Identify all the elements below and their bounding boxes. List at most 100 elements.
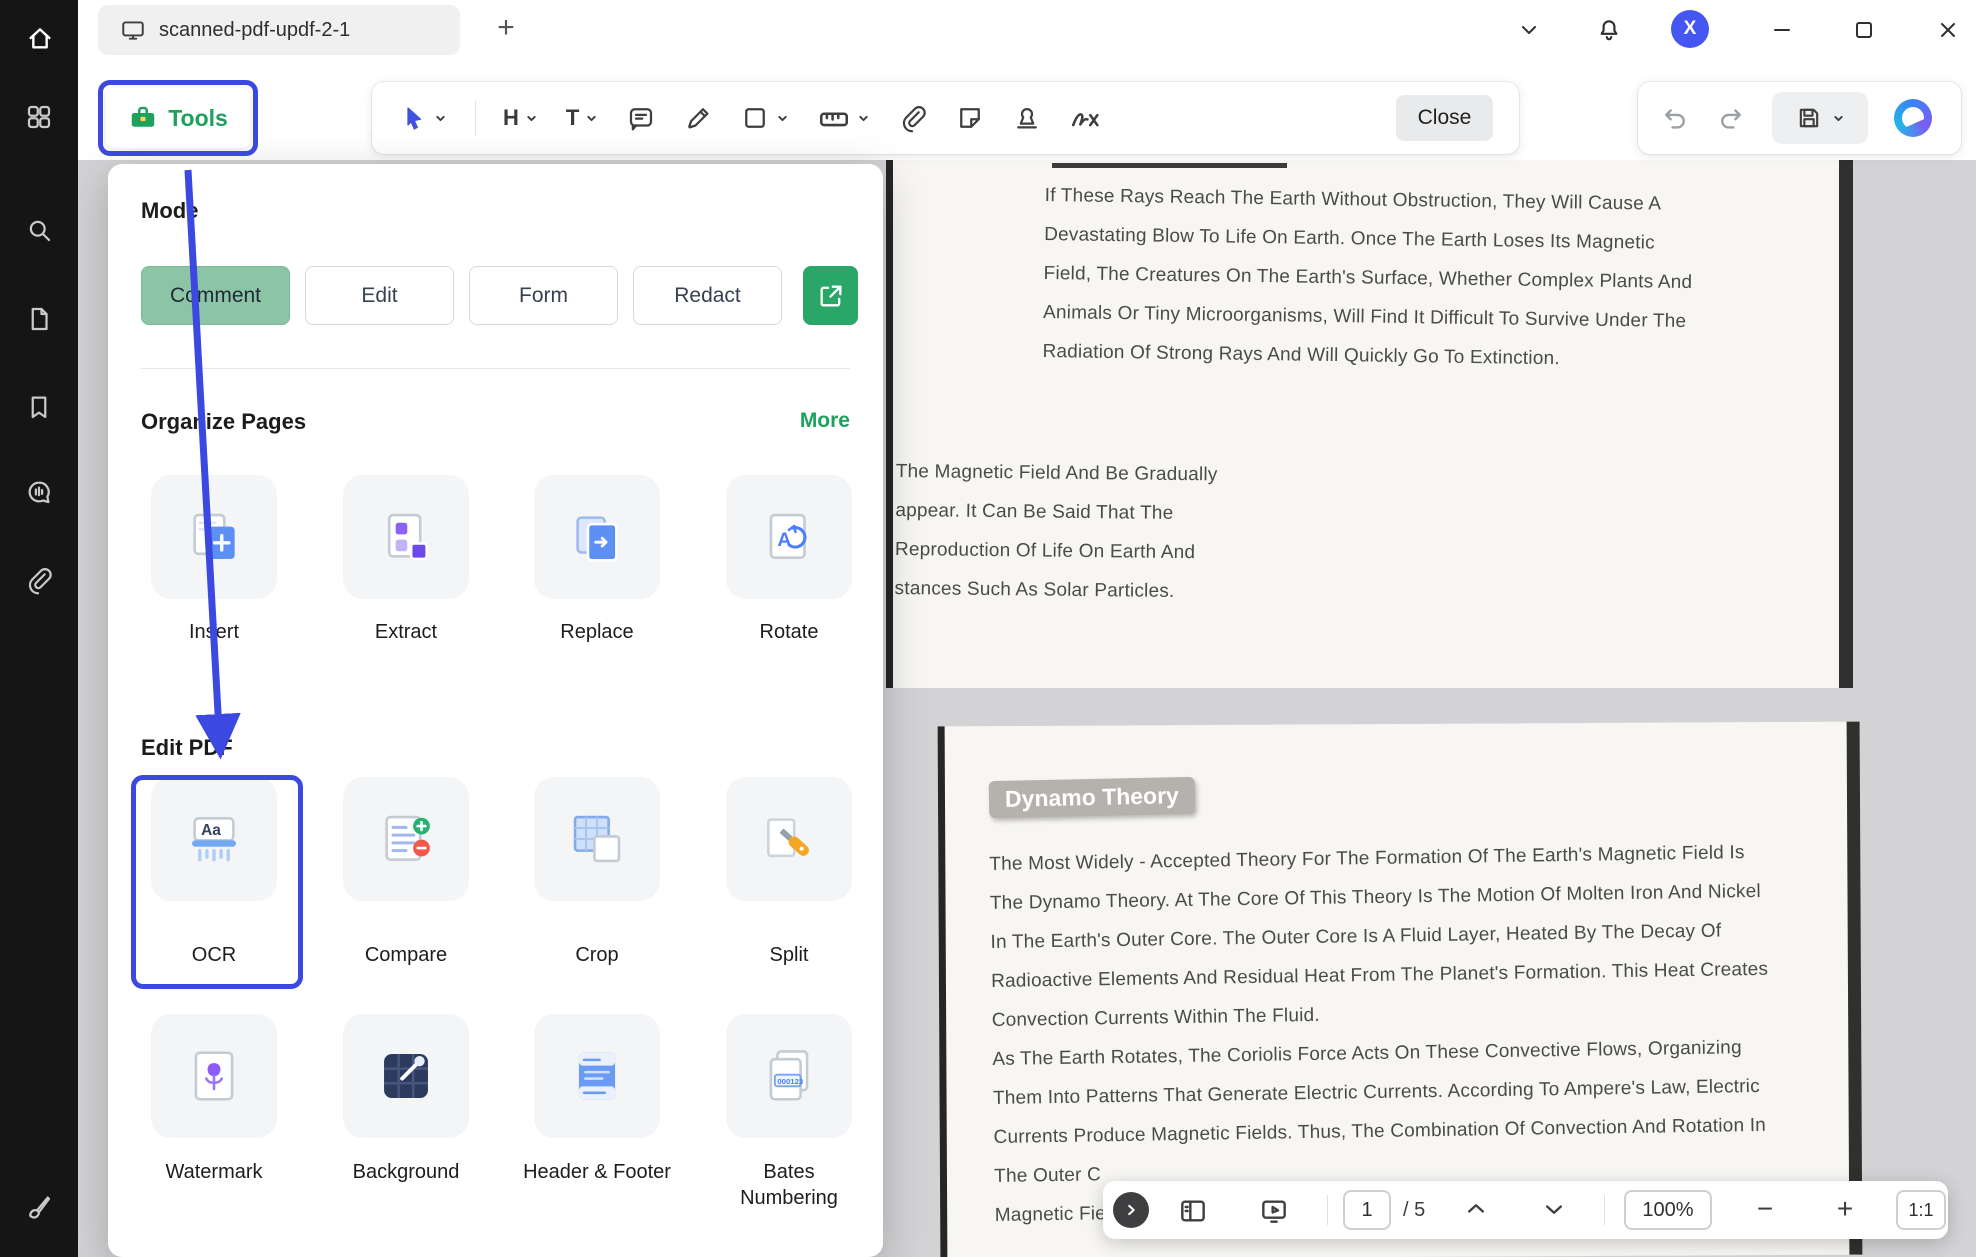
chevron-down-icon — [775, 111, 790, 126]
home-button[interactable] — [24, 22, 56, 54]
maximize-button[interactable] — [1845, 11, 1883, 49]
close-window-button[interactable] — [1929, 11, 1967, 49]
tool-replace-label: Replace — [517, 619, 677, 645]
tool-compare[interactable] — [343, 777, 469, 901]
tools-button[interactable]: Tools — [106, 88, 250, 148]
stamp-tool[interactable] — [1012, 103, 1042, 133]
bar-divider — [1604, 1195, 1605, 1225]
tools-panel: Mode Comment Edit Form Redact Organize P… — [108, 164, 883, 1257]
chevron-down-icon — [856, 111, 871, 126]
tools-button-label: Tools — [168, 105, 228, 132]
close-icon — [1936, 18, 1960, 42]
page1-paragraph: If These Rays Reach The Earth Without Ob… — [1042, 176, 1693, 380]
page-total-label: / 5 — [1403, 1181, 1425, 1239]
tab-list-button[interactable] — [1510, 11, 1548, 49]
display-icon — [1258, 1195, 1290, 1227]
tool-header-footer[interactable] — [534, 1014, 660, 1138]
page2-heading: Dynamo Theory — [989, 777, 1196, 818]
tool-replace[interactable] — [534, 475, 660, 599]
select-tool[interactable] — [398, 103, 448, 133]
measure-tool[interactable] — [817, 101, 871, 135]
highlight-tool[interactable]: H — [503, 103, 539, 133]
mode-redact-button[interactable]: Redact — [633, 266, 782, 325]
sticky-note-tool[interactable] — [626, 103, 656, 133]
replace-icon — [566, 506, 628, 568]
mode-edit-button[interactable]: Edit — [305, 266, 454, 325]
comments-button[interactable] — [24, 477, 56, 509]
tool-crop[interactable] — [534, 777, 660, 901]
tab-title: scanned-pdf-updf-2-1 — [159, 19, 350, 42]
close-toolbar-button[interactable]: Close — [1396, 95, 1493, 141]
extract-icon — [375, 506, 437, 568]
redo-button[interactable] — [1716, 103, 1746, 133]
minimize-button[interactable] — [1763, 11, 1801, 49]
mode-comment-button[interactable]: Comment — [141, 266, 290, 325]
organize-more-link[interactable]: More — [748, 409, 850, 433]
apps-grid-icon — [24, 102, 54, 132]
bookmarks-button[interactable] — [24, 392, 56, 424]
annotation-toolbar: H T Close — [372, 82, 1519, 154]
highlight-icon: H — [503, 103, 519, 133]
brush-pen-icon — [24, 1192, 54, 1222]
ai-assistant-button[interactable] — [1894, 99, 1932, 137]
attachment-tool[interactable] — [898, 103, 928, 133]
pencil-tool[interactable] — [683, 103, 713, 133]
sticker-icon — [955, 103, 985, 133]
pages-button[interactable] — [24, 304, 56, 336]
ruler-icon — [817, 101, 851, 135]
open-in-new-window-button[interactable] — [803, 266, 858, 325]
watermark-icon — [183, 1045, 245, 1107]
tool-insert[interactable] — [151, 475, 277, 599]
tool-watermark-label: Watermark — [134, 1159, 294, 1185]
zoom-in-button[interactable]: + — [1823, 1181, 1867, 1237]
tool-extract[interactable] — [343, 475, 469, 599]
tool-background[interactable] — [343, 1014, 469, 1138]
tool-rotate-label: Rotate — [709, 619, 869, 645]
zoom-level-box[interactable]: 100% — [1624, 1190, 1712, 1230]
undo-button[interactable] — [1660, 103, 1690, 133]
sticker-tool[interactable] — [955, 103, 985, 133]
notifications-button[interactable] — [1590, 11, 1628, 49]
next-page-button[interactable] — [1539, 1194, 1571, 1226]
page1-figure-edge — [1052, 163, 1287, 168]
text-comment-tool[interactable]: T — [566, 103, 599, 133]
expand-bar-button[interactable] — [1113, 1192, 1149, 1228]
app-window: If These Rays Reach The Earth Without Ob… — [0, 0, 1976, 1257]
signature-panel-button[interactable] — [24, 1192, 56, 1224]
mode-section-title: Mode — [141, 198, 198, 224]
mode-form-button[interactable]: Form — [469, 266, 618, 325]
chevron-down-icon — [584, 111, 599, 126]
page-navigation-bar: / 5 100% − + 1:1 — [1103, 1181, 1948, 1239]
tool-watermark[interactable] — [151, 1014, 277, 1138]
document-tab[interactable]: scanned-pdf-updf-2-1 — [98, 5, 460, 55]
header-footer-icon — [566, 1045, 628, 1107]
attachments-button[interactable] — [24, 565, 56, 597]
tool-split-label: Split — [709, 942, 869, 968]
home-icon — [24, 22, 56, 54]
shapes-tool[interactable] — [740, 103, 790, 133]
previous-page-button[interactable] — [1461, 1194, 1493, 1226]
bell-icon — [1596, 17, 1622, 43]
svg-text:A: A — [777, 529, 791, 551]
search-icon — [24, 215, 54, 245]
search-button[interactable] — [24, 215, 56, 247]
sticky-note-icon — [626, 103, 656, 133]
signature-tool[interactable] — [1069, 101, 1103, 135]
user-avatar[interactable]: X — [1671, 10, 1709, 48]
svg-text:000123: 000123 — [777, 1077, 804, 1086]
presentation-mode-button[interactable] — [1258, 1195, 1290, 1227]
chevron-right-icon — [1120, 1199, 1142, 1221]
doc-line: stances Such As Solar Particles. — [894, 569, 1216, 611]
new-tab-button[interactable]: + — [486, 8, 526, 48]
apps-grid-button[interactable] — [24, 102, 56, 134]
tool-split[interactable] — [726, 777, 852, 901]
save-button[interactable] — [1772, 92, 1868, 144]
page-number-input[interactable] — [1343, 1190, 1391, 1230]
tool-bates-numbering[interactable]: 000123 — [726, 1014, 852, 1138]
thumbnail-panel-button[interactable] — [1177, 1195, 1209, 1227]
tool-rotate[interactable]: A — [726, 475, 852, 599]
chevron-down-icon — [433, 111, 448, 126]
zoom-out-button[interactable]: − — [1743, 1181, 1787, 1237]
actual-size-button[interactable]: 1:1 — [1896, 1190, 1946, 1230]
tool-ocr[interactable]: Aa — [151, 777, 277, 901]
